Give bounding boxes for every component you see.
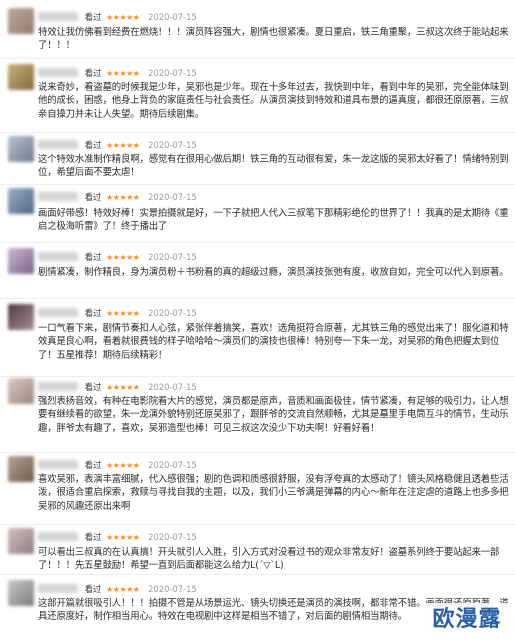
comment-text: 喜欢吴邪，表演丰富细腻，代入感很强；剧的色调和质感很舒服，没有浮夸真的太感动了！… <box>38 474 509 512</box>
divider <box>0 376 515 377</box>
watch-status: 看过 <box>84 382 102 392</box>
comment-date: 2020-07-15 <box>148 460 197 470</box>
divider <box>0 574 515 575</box>
avatar-image <box>8 8 34 34</box>
comment-meta: 看过 ★★★★★ 2020-07-15 <box>38 530 197 544</box>
comment-text: 说来奇妙，看盗墓的时候我是少年，吴邪也是少年。现在十多年过去，我快到中年，看到中… <box>38 82 509 120</box>
username-blurred[interactable] <box>38 382 78 391</box>
comment-text: 剧情紧凑，制作精良，身为演员粉＋书粉看的真的超级过瘾，演员演技张弛有度，收放自如… <box>38 267 509 278</box>
comment-meta: 看过 ★★★★★ 2020-07-15 <box>38 66 197 80</box>
comment-meta: 看过 ★★★★★ 2020-07-15 <box>38 458 197 472</box>
star-rating: ★★★★★ <box>106 69 140 78</box>
watch-status: 看过 <box>84 192 102 202</box>
avatar-image <box>8 528 34 554</box>
comment-meta: 看过 ★★★★★ 2020-07-15 <box>38 250 197 264</box>
user-avatar[interactable] <box>8 304 34 330</box>
username-blurred[interactable] <box>38 140 78 149</box>
username-blurred[interactable] <box>38 192 78 201</box>
comment-meta: 看过 ★★★★★ 2020-07-15 <box>38 10 197 24</box>
comment-item: 看过 ★★★★★ 2020-07-15 可以看出三叔真的在认真搞！开头就引人入胜… <box>0 528 515 572</box>
avatar-image <box>8 248 34 274</box>
star-rating: ★★★★★ <box>106 193 140 202</box>
star-rating: ★★★★★ <box>106 461 140 470</box>
divider <box>0 452 515 453</box>
watch-status: 看过 <box>84 252 102 262</box>
comment-item: 看过 ★★★★★ 2020-07-15 画面好带感！特效好棒！实景拍摄就是好，一… <box>0 188 515 240</box>
user-avatar[interactable] <box>8 378 34 404</box>
divider <box>0 298 515 299</box>
watch-status: 看过 <box>84 460 102 470</box>
username-blurred[interactable] <box>38 308 78 317</box>
user-avatar[interactable] <box>8 248 34 274</box>
avatar-image <box>8 136 34 162</box>
star-rating: ★★★★★ <box>106 309 140 318</box>
comment-date: 2020-07-15 <box>148 68 197 78</box>
watch-status: 看过 <box>84 532 102 542</box>
star-rating: ★★★★★ <box>106 533 140 542</box>
star-rating: ★★★★★ <box>106 383 140 392</box>
user-avatar[interactable] <box>8 64 34 90</box>
username-blurred[interactable] <box>38 12 78 21</box>
divider <box>0 58 515 59</box>
avatar-image <box>8 64 34 90</box>
comment-item: 看过 ★★★★★ 2020-07-15 一口气看下来，剧情节奏扣人心弦，紧张伴着… <box>0 304 515 374</box>
watch-status: 看过 <box>84 140 102 150</box>
comment-meta: 看过 ★★★★★ 2020-07-15 <box>38 190 197 204</box>
user-avatar[interactable] <box>8 136 34 162</box>
avatar-image <box>8 188 34 214</box>
user-avatar[interactable] <box>8 188 34 214</box>
comment-item: 看过 ★★★★★ 2020-07-15 说来奇妙，看盗墓的时候我是少年，吴邪也是… <box>0 64 515 130</box>
star-rating: ★★★★★ <box>106 13 140 22</box>
comment-date: 2020-07-15 <box>148 252 197 262</box>
username-blurred[interactable] <box>38 252 78 261</box>
username-blurred[interactable] <box>38 532 78 541</box>
comment-text: 特效让我仿佛看到经费在燃烧！！！演员阵容强大，剧情也很紧凑。夏日重启，铁三角重聚… <box>38 27 509 52</box>
user-avatar[interactable] <box>8 528 34 554</box>
username-blurred[interactable] <box>38 460 78 469</box>
comment-text: 画面好带感！特效好棒！实景拍摄就是好，一下子就把人代入三叔笔下那精彩绝伦的世界了… <box>38 208 509 233</box>
divider <box>0 132 515 133</box>
comment-date: 2020-07-15 <box>148 382 197 392</box>
user-avatar[interactable] <box>8 8 34 34</box>
star-rating: ★★★★★ <box>106 141 140 150</box>
comment-date: 2020-07-15 <box>148 308 197 318</box>
divider <box>0 524 515 525</box>
comment-date: 2020-07-15 <box>148 140 197 150</box>
username-blurred[interactable] <box>38 584 78 593</box>
comment-item: 看过 ★★★★★ 2020-07-15 这个特效水准制作精良啊，感觉有在很用心做… <box>0 136 515 182</box>
watch-status: 看过 <box>84 12 102 22</box>
username-blurred[interactable] <box>38 68 78 77</box>
watch-status: 看过 <box>84 584 102 594</box>
comment-item: 看过 ★★★★★ 2020-07-15 强烈表扬音效，有种在电影院看大片的感觉，… <box>0 378 515 450</box>
avatar-image <box>8 304 34 330</box>
comment-date: 2020-07-15 <box>148 584 197 594</box>
comment-date: 2020-07-15 <box>148 532 197 542</box>
watch-status: 看过 <box>84 68 102 78</box>
star-rating: ★★★★★ <box>106 253 140 262</box>
comment-meta: 看过 ★★★★★ 2020-07-15 <box>38 138 197 152</box>
comment-text: 这个特效水准制作精良啊，感觉有在很用心做后期！铁三角的互动很有爱，朱一龙这版的吴… <box>38 154 509 179</box>
watch-status: 看过 <box>84 308 102 318</box>
comment-date: 2020-07-15 <box>148 192 197 202</box>
avatar-image <box>8 378 34 404</box>
comment-item: 看过 ★★★★★ 2020-07-15 喜欢吴邪，表演丰富细腻，代入感很强；剧的… <box>0 456 515 522</box>
user-avatar[interactable] <box>8 580 34 606</box>
site-watermark: 欧漫露 <box>423 603 511 637</box>
avatar-image <box>8 580 34 606</box>
comment-meta: 看过 ★★★★★ 2020-07-15 <box>38 306 197 320</box>
divider <box>0 242 515 243</box>
comment-text: 强烈表扬音效，有种在电影院看大片的感觉，演员都是原声，音质和画面极佳，情节紧凑，… <box>38 396 509 434</box>
comment-meta: 看过 ★★★★★ 2020-07-15 <box>38 380 197 394</box>
comment-item: 看过 ★★★★★ 2020-07-15 剧情紧凑，制作精良，身为演员粉＋书粉看的… <box>0 248 515 296</box>
comment-item: 看过 ★★★★★ 2020-07-15 特效让我仿佛看到经费在燃烧！！！演员阵容… <box>0 8 515 56</box>
comment-meta: 看过 ★★★★★ 2020-07-15 <box>38 582 197 596</box>
user-avatar[interactable] <box>8 456 34 482</box>
comments-page: 看过 ★★★★★ 2020-07-15 特效让我仿佛看到经费在燃烧！！！演员阵容… <box>0 0 515 639</box>
comment-text: 一口气看下来，剧情节奏扣人心弦，紧张伴着搞笑，喜欢！选角挺符合原著，尤其铁三角的… <box>38 323 509 361</box>
comment-text: 可以看出三叔真的在认真搞！开头就引人入胜，引入方式对没看过书的观众非常友好！盗墓… <box>38 547 500 572</box>
star-rating: ★★★★★ <box>106 585 140 594</box>
comment-date: 2020-07-15 <box>148 12 197 22</box>
avatar-image <box>8 456 34 482</box>
divider <box>0 184 515 185</box>
